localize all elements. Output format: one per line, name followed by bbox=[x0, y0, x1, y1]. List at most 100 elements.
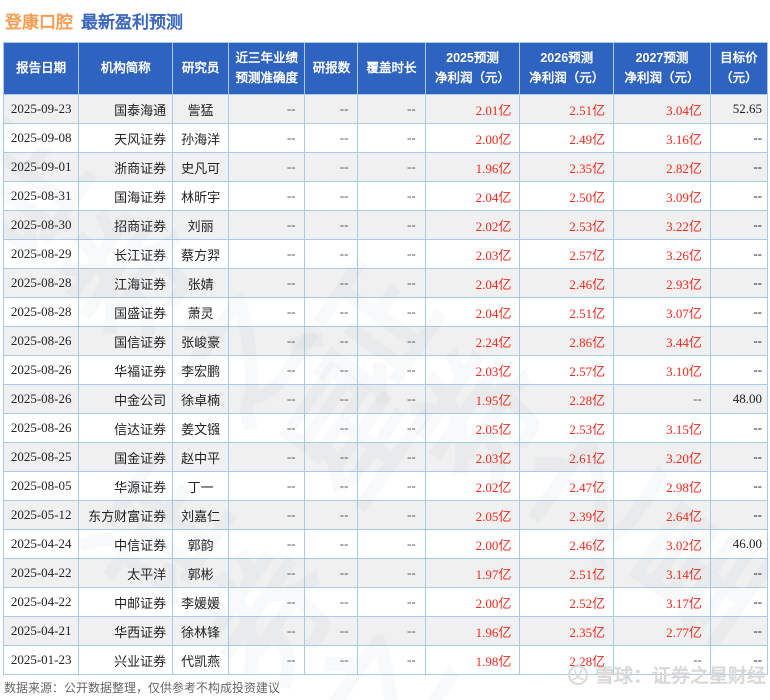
cell-institution: 中信证券 bbox=[78, 529, 174, 559]
cell-target-price: -- bbox=[709, 616, 769, 646]
cell-target-price: -- bbox=[709, 239, 769, 269]
cell-researcher: 徐林锋 bbox=[172, 616, 230, 646]
cell-accuracy: -- bbox=[228, 210, 306, 240]
table-row: 2025-09-08 天风证券 孙海洋 -- -- -- 2.00亿 2.49亿 3.16亿 -- bbox=[2, 123, 769, 153]
cell-report-date: 2025-09-08 bbox=[2, 123, 80, 153]
cell-report-date: 2025-08-26 bbox=[2, 384, 80, 414]
cell-accuracy: -- bbox=[228, 413, 306, 443]
cell-accuracy: -- bbox=[228, 239, 306, 269]
cell-forecast-2027: 3.20亿 bbox=[613, 442, 711, 472]
cell-accuracy: -- bbox=[228, 500, 306, 530]
cell-researcher: 史凡可 bbox=[172, 152, 230, 182]
cell-accuracy: -- bbox=[228, 355, 306, 385]
cell-target-price: -- bbox=[709, 152, 769, 182]
cell-coverage: -- bbox=[357, 558, 426, 588]
cell-forecast-2027: 3.16亿 bbox=[613, 123, 711, 153]
cell-institution: 信达证券 bbox=[78, 413, 174, 443]
cell-forecast-2027: 3.14亿 bbox=[613, 558, 711, 588]
cell-accuracy: -- bbox=[228, 616, 306, 646]
cell-forecast-2027: 3.15亿 bbox=[613, 413, 711, 443]
table-row: 2025-05-12 东方财富证券 刘嘉仁 -- -- -- 2.05亿 2.39亿 2.64亿… bbox=[2, 500, 769, 530]
cell-coverage: -- bbox=[357, 239, 426, 269]
cell-coverage: -- bbox=[357, 529, 426, 559]
profit-forecast-page: 证 券 之 星 证 券 之 星 证 券 之 星 登康口腔最新盈利预测 报告日期机… bbox=[0, 0, 770, 700]
column-header: 研究员 bbox=[172, 42, 230, 95]
cell-forecast-2027: 2.64亿 bbox=[613, 500, 711, 530]
cell-report-date: 2025-08-05 bbox=[2, 471, 80, 501]
cell-coverage: -- bbox=[357, 645, 426, 675]
cell-forecast-2027: 3.10亿 bbox=[613, 355, 711, 385]
cell-forecast-2027: -- bbox=[613, 384, 711, 414]
cell-researcher: 丁一 bbox=[172, 471, 230, 501]
cell-institution: 招商证券 bbox=[78, 210, 174, 240]
cell-report-count: -- bbox=[304, 471, 359, 501]
cell-institution: 国盛证券 bbox=[78, 297, 174, 327]
table-row: 2025-08-28 江海证券 张婧 -- -- -- 2.04亿 2.46亿 2.93亿 -- bbox=[2, 268, 769, 298]
cell-forecast-2025: 2.00亿 bbox=[424, 123, 521, 153]
cell-coverage: -- bbox=[357, 94, 426, 124]
column-header: 近三年业绩 预测准确度 bbox=[228, 42, 306, 95]
cell-institution: 华源证券 bbox=[78, 471, 174, 501]
cell-report-date: 2025-04-22 bbox=[2, 587, 80, 617]
cell-forecast-2027: 3.02亿 bbox=[613, 529, 711, 559]
cell-forecast-2025: 2.03亿 bbox=[424, 239, 521, 269]
cell-forecast-2025: 1.98亿 bbox=[424, 645, 521, 675]
cell-forecast-2026: 2.35亿 bbox=[519, 616, 615, 646]
cell-institution: 国海证券 bbox=[78, 181, 174, 211]
cell-report-date: 2025-09-01 bbox=[2, 152, 80, 182]
cell-accuracy: -- bbox=[228, 326, 306, 356]
table-row: 2025-08-26 国信证券 张峻豪 -- -- -- 2.24亿 2.86亿 3.44亿 -- bbox=[2, 326, 769, 356]
cell-forecast-2026: 2.86亿 bbox=[519, 326, 615, 356]
cell-forecast-2025: 2.00亿 bbox=[424, 587, 521, 617]
cell-report-date: 2025-08-31 bbox=[2, 181, 80, 211]
cell-forecast-2027: 2.82亿 bbox=[613, 152, 711, 182]
cell-forecast-2027: 2.77亿 bbox=[613, 616, 711, 646]
table-row: 2025-04-21 华西证券 徐林锋 -- -- -- 1.96亿 2.35亿 2.77亿 -- bbox=[2, 616, 769, 646]
cell-forecast-2027: 3.26亿 bbox=[613, 239, 711, 269]
table-row: 2025-08-30 招商证券 刘丽 -- -- -- 2.02亿 2.53亿 3.22亿 -- bbox=[2, 210, 769, 240]
cell-target-price: -- bbox=[709, 181, 769, 211]
column-header: 覆盖时长 bbox=[357, 42, 426, 95]
cell-target-price: -- bbox=[709, 587, 769, 617]
cell-report-date: 2025-08-25 bbox=[2, 442, 80, 472]
cell-report-count: -- bbox=[304, 616, 359, 646]
stock-name-link[interactable]: 登康口腔 bbox=[5, 13, 73, 32]
cell-researcher: 赵中平 bbox=[172, 442, 230, 472]
cell-report-date: 2025-09-23 bbox=[2, 94, 80, 124]
cell-report-date: 2025-04-24 bbox=[2, 529, 80, 559]
column-header: 研报数 bbox=[304, 42, 359, 95]
column-header: 目标价 （元） bbox=[709, 42, 769, 95]
cell-researcher: 郭韵 bbox=[172, 529, 230, 559]
cell-report-count: -- bbox=[304, 529, 359, 559]
brand-watermark-text: 雪球：证券之星财经 bbox=[594, 666, 766, 687]
cell-report-count: -- bbox=[304, 210, 359, 240]
cell-accuracy: -- bbox=[228, 152, 306, 182]
cell-report-count: -- bbox=[304, 297, 359, 327]
cell-accuracy: -- bbox=[228, 529, 306, 559]
cell-accuracy: -- bbox=[228, 558, 306, 588]
table-row: 2025-09-23 国泰海通 訾猛 -- -- -- 2.01亿 2.51亿 3.04亿 52.… bbox=[2, 94, 769, 124]
cell-forecast-2026: 2.50亿 bbox=[519, 181, 615, 211]
cell-researcher: 李媛媛 bbox=[172, 587, 230, 617]
cell-researcher: 代凯燕 bbox=[172, 645, 230, 675]
cell-researcher: 郭彬 bbox=[172, 558, 230, 588]
cell-target-price: -- bbox=[709, 268, 769, 298]
cell-forecast-2025: 2.04亿 bbox=[424, 297, 521, 327]
table-row: 2025-08-05 华源证券 丁一 -- -- -- 2.02亿 2.47亿 2.98亿 -- bbox=[2, 471, 769, 501]
cell-institution: 长江证券 bbox=[78, 239, 174, 269]
cell-report-date: 2025-08-26 bbox=[2, 413, 80, 443]
cell-report-count: -- bbox=[304, 500, 359, 530]
cell-report-date: 2025-01-23 bbox=[2, 645, 80, 675]
cell-target-price: -- bbox=[709, 326, 769, 356]
cell-forecast-2026: 2.49亿 bbox=[519, 123, 615, 153]
cell-institution: 国金证券 bbox=[78, 442, 174, 472]
cell-researcher: 刘嘉仁 bbox=[172, 500, 230, 530]
column-header: 2025预测 净利润（元） bbox=[424, 42, 521, 95]
cell-target-price: -- bbox=[709, 558, 769, 588]
cell-report-date: 2025-05-12 bbox=[2, 500, 80, 530]
cell-coverage: -- bbox=[357, 616, 426, 646]
cell-report-count: -- bbox=[304, 123, 359, 153]
cell-report-date: 2025-08-29 bbox=[2, 239, 80, 269]
cell-researcher: 李宏鹏 bbox=[172, 355, 230, 385]
cell-target-price: 48.00 bbox=[709, 384, 769, 414]
